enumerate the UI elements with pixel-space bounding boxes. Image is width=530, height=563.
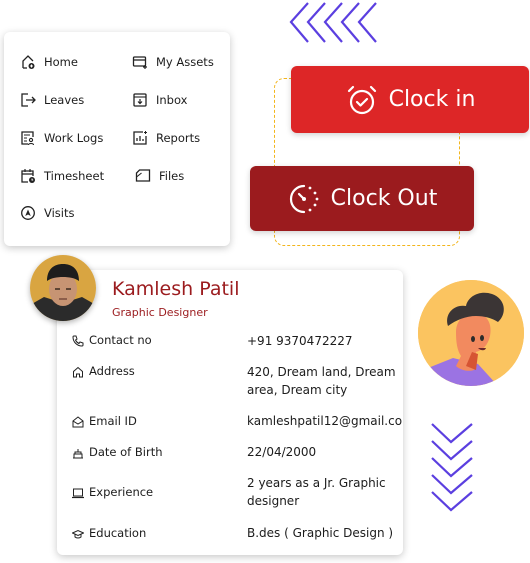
chevrons-left-decoration: [289, 2, 377, 43]
field-experience-label: Experience: [72, 485, 153, 499]
menu-item-label: Work Logs: [44, 131, 104, 145]
avatar: [30, 255, 96, 321]
reports-icon: [133, 131, 147, 145]
field-dob-value: 22/04/2000: [247, 445, 317, 459]
timer-icon: [289, 184, 319, 213]
menu-item-label: Visits: [44, 206, 75, 220]
profile-role: Graphic Designer: [112, 306, 208, 319]
field-address-value: 420, Dream land, Dream area, Dream city: [247, 365, 396, 397]
clock-out-button[interactable]: Clock Out: [250, 166, 474, 231]
chevrons-down-decoration: [431, 423, 473, 512]
field-experience-value: 2 years as a Jr. Graphic designer: [247, 476, 386, 508]
menu-item-label: Home: [44, 55, 78, 69]
menu-item-label: Leaves: [44, 93, 85, 107]
menu-item-leaves[interactable]: Leaves: [20, 92, 84, 108]
leave-icon: [21, 93, 36, 107]
files-icon: [135, 169, 151, 182]
menu-item-label: Reports: [156, 131, 201, 145]
menu-item-label: Timesheet: [44, 169, 105, 183]
work-logs-icon: [21, 131, 35, 146]
field-education-label: Education: [72, 526, 146, 540]
clock-in-label: Clock in: [388, 87, 476, 112]
mail-icon: [72, 416, 84, 428]
menu-item-inbox[interactable]: Inbox: [132, 92, 187, 108]
graduation-cap-icon: [72, 529, 84, 539]
laptop-icon: [72, 488, 84, 499]
home-icon: [22, 55, 35, 69]
menu-item-label: My Assets: [156, 55, 214, 69]
visits-icon: [21, 206, 35, 220]
menu-item-visits[interactable]: Visits: [20, 205, 75, 221]
clock-in-button[interactable]: Clock in: [291, 66, 529, 133]
field-contact-label: Contact no: [72, 333, 152, 347]
timesheet-icon: [21, 169, 35, 183]
menu-item-label: Files: [159, 169, 185, 183]
quick-menu-card: Home My Assets Leaves Inbox Work Logs Re…: [4, 32, 230, 246]
assets-icon: [132, 56, 147, 69]
clock-out-label: Clock Out: [330, 186, 438, 211]
field-contact-value: +91 9370472227: [247, 334, 353, 348]
profile-name: Kamlesh Patil: [112, 278, 240, 300]
menu-item-work-logs[interactable]: Work Logs: [20, 130, 103, 146]
avatar-photo: [30, 255, 96, 321]
field-email-label: Email ID: [72, 414, 137, 428]
alarm-check-icon: [347, 85, 376, 114]
field-education-value: B.des ( Graphic Design ): [247, 526, 394, 540]
home-outline-icon: [73, 366, 83, 378]
menu-item-reports[interactable]: Reports: [132, 130, 200, 146]
menu-item-label: Inbox: [156, 93, 188, 107]
menu-item-home[interactable]: Home: [20, 54, 78, 70]
menu-item-files[interactable]: Files: [135, 168, 184, 184]
field-address-label: Address: [72, 364, 135, 378]
field-dob-label: Date of Birth: [72, 445, 163, 459]
cartoon-avatar-illustration: [418, 280, 524, 386]
phone-icon: [72, 335, 84, 347]
cake-icon: [73, 449, 83, 459]
field-email-value: kamleshpatil12@gmail.com: [247, 414, 403, 428]
inbox-icon: [133, 93, 147, 107]
menu-item-timesheet[interactable]: Timesheet: [20, 168, 104, 184]
menu-item-my-assets[interactable]: My Assets: [132, 54, 214, 70]
